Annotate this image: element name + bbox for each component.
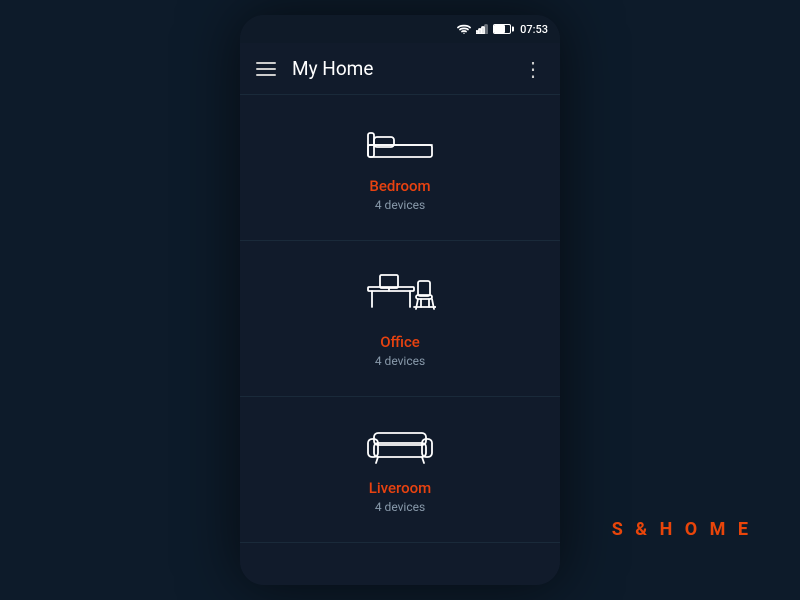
status-icons: 07:53 (457, 23, 548, 36)
room-list: Bedroom 4 devices (240, 95, 560, 585)
app-bar: My Home ⋮ (240, 43, 560, 95)
brand-logo: S & H O M E (612, 519, 752, 540)
phone-frame: 07:53 My Home ⋮ (240, 15, 560, 585)
office-icon (364, 269, 436, 323)
bedroom-name: Bedroom (369, 177, 430, 195)
bedroom-icon (364, 123, 436, 167)
room-card-office[interactable]: Office 4 devices (240, 241, 560, 397)
hamburger-icon[interactable] (256, 62, 276, 76)
liveroom-icon (364, 425, 436, 469)
wifi-icon (457, 24, 471, 34)
liveroom-devices: 4 devices (375, 500, 425, 514)
battery-icon (493, 24, 511, 34)
signal-icon (476, 24, 488, 34)
bedroom-devices: 4 devices (375, 198, 425, 212)
office-devices: 4 devices (375, 354, 425, 368)
room-card-liveroom[interactable]: Liveroom 4 devices (240, 397, 560, 543)
office-name: Office (380, 333, 420, 351)
status-time: 07:53 (520, 23, 548, 36)
room-card-bedroom[interactable]: Bedroom 4 devices (240, 95, 560, 241)
more-icon[interactable]: ⋮ (523, 59, 544, 79)
status-bar: 07:53 (240, 15, 560, 43)
app-title: My Home (292, 57, 523, 80)
liveroom-name: Liveroom (369, 479, 432, 497)
